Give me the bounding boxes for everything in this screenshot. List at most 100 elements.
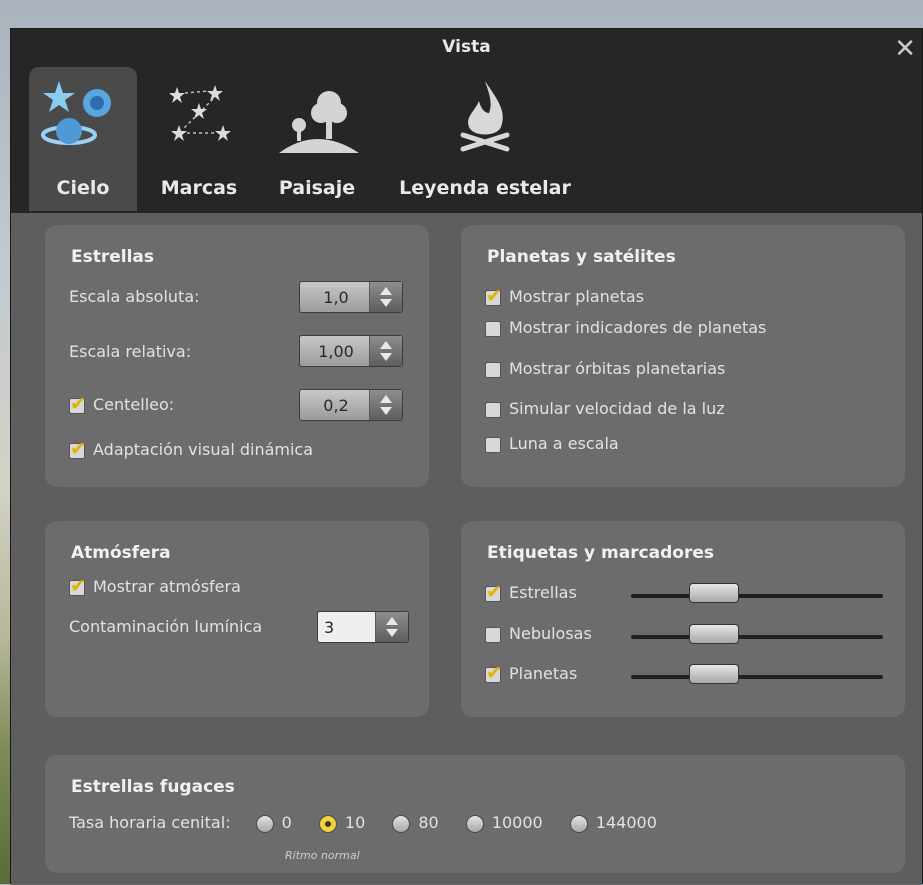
label-stars-row[interactable]: Estrellas [485, 581, 577, 603]
meteor-rate-value: 0 [281, 813, 292, 832]
spin-up-icon[interactable] [380, 395, 392, 403]
view-dialog: Vista ✕ Cielo Marcas Paisaje Leyenda est… [10, 28, 923, 885]
planet-option-label: Mostrar planetas [509, 287, 645, 306]
sky-settings-content: Estrellas Escala absoluta: 1,0 Escala re… [11, 213, 922, 885]
tab-marcas[interactable]: Marcas [149, 67, 249, 211]
tab-cielo-label: Cielo [56, 177, 110, 199]
tab-paisaje[interactable]: Paisaje [265, 67, 369, 211]
meteor-rate-value: 10000 [491, 813, 543, 832]
label-planets-slider[interactable] [631, 675, 883, 679]
tab-leyenda-estelar[interactable]: Leyenda estelar [385, 67, 585, 211]
show-atmosphere-row[interactable]: Mostrar atmósfera [69, 575, 241, 597]
spin-down-icon[interactable] [386, 629, 398, 637]
twinkle-value: 0,2 [323, 396, 349, 415]
meteor-rate-row: Tasa horaria cenital: 0 10 80 10000 1440… [69, 813, 679, 833]
tab-paisaje-label: Paisaje [278, 177, 356, 199]
planet-option-label: Simular velocidad de la luz [509, 399, 725, 418]
spin-down-icon[interactable] [380, 299, 392, 307]
twinkle-label: Centelleo: [93, 395, 175, 414]
absolute-scale-value: 1,0 [323, 288, 349, 307]
scale-moon-checkbox[interactable] [485, 436, 501, 453]
label-nebulae-label: Nebulosas [509, 624, 592, 643]
labels-panel: Etiquetas y marcadores Estrellas Nebulos… [461, 521, 905, 717]
campfire-icon [385, 73, 585, 153]
planet-markers-checkbox[interactable] [485, 320, 501, 337]
meteors-panel-title: Estrellas fugaces [71, 777, 235, 797]
show-atmosphere-label: Mostrar atmósfera [93, 577, 241, 596]
meteor-rate-value: 144000 [595, 813, 657, 832]
spin-up-icon[interactable] [380, 341, 392, 349]
close-icon[interactable]: ✕ [894, 31, 916, 67]
planet-option[interactable]: Mostrar órbitas planetarias [485, 359, 725, 378]
stars-panel-title: Estrellas [71, 247, 155, 267]
meteor-rate-label: Tasa horaria cenital: [69, 813, 231, 832]
show-planets-checkbox[interactable] [485, 285, 502, 307]
tab-cielo[interactable]: Cielo [29, 67, 137, 211]
label-stars-slider-handle[interactable] [689, 583, 739, 603]
atmosphere-panel: Atmósfera Mostrar atmósfera Contaminació… [45, 521, 429, 717]
light-pollution-spinbox[interactable]: 3 [317, 611, 409, 643]
spin-arrows[interactable] [369, 390, 402, 420]
spin-arrows[interactable] [375, 612, 408, 642]
label-planets-row[interactable]: Planetas [485, 662, 578, 684]
radio-button[interactable] [569, 814, 588, 833]
planets-panel: Planetas y satélites Mostrar planetas Mo… [461, 225, 905, 487]
dynamic-adaptation-row[interactable]: Adaptación visual dinámica [69, 438, 314, 460]
label-planets-slider-handle[interactable] [689, 664, 739, 684]
meteor-rate-option[interactable]: 144000 [569, 813, 657, 833]
planet-orbits-checkbox[interactable] [485, 361, 501, 378]
label-stars-checkbox[interactable] [485, 581, 502, 603]
show-atmosphere-checkbox[interactable] [69, 575, 86, 597]
labels-panel-title: Etiquetas y marcadores [487, 543, 715, 563]
dynamic-adaptation-label: Adaptación visual dinámica [93, 440, 314, 459]
label-planets-checkbox[interactable] [485, 662, 502, 684]
twinkle-spinbox[interactable]: 0,2 [299, 389, 403, 421]
dynamic-adaptation-checkbox[interactable] [69, 438, 86, 460]
meteor-rate-option[interactable]: 0 [255, 813, 292, 833]
planet-option-label: Mostrar indicadores de planetas [509, 318, 767, 337]
planet-option[interactable]: Mostrar planetas [485, 285, 645, 307]
meteors-panel: Estrellas fugaces Tasa horaria cenital: … [45, 755, 905, 873]
radio-button[interactable] [255, 814, 274, 833]
meteor-rate-caption: Ritmo normal [285, 849, 360, 862]
relative-scale-value: 1,00 [318, 342, 354, 361]
tab-leyenda-estelar-label: Leyenda estelar [399, 177, 571, 199]
spin-down-icon[interactable] [380, 353, 392, 361]
meteor-rate-option[interactable]: 10 [318, 813, 365, 833]
tab-marcas-label: Marcas [160, 177, 238, 199]
absolute-scale-spinbox[interactable]: 1,0 [299, 281, 403, 313]
planet-option-label: Mostrar órbitas planetarias [509, 359, 726, 378]
planets-panel-title: Planetas y satélites [487, 247, 676, 267]
spin-up-icon[interactable] [386, 617, 398, 625]
planet-option[interactable]: Mostrar indicadores de planetas [485, 318, 766, 337]
radio-button[interactable] [392, 814, 411, 833]
sky-icon [29, 73, 137, 153]
label-stars-slider[interactable] [631, 594, 883, 598]
twinkle-checkbox[interactable] [69, 393, 86, 415]
planet-option[interactable]: Luna a escala [485, 434, 619, 453]
label-nebulae-slider-handle[interactable] [689, 624, 739, 644]
dialog-title-bar[interactable]: Vista ✕ [11, 29, 922, 65]
stars-panel: Estrellas Escala absoluta: 1,0 Escala re… [45, 225, 429, 487]
spin-down-icon[interactable] [380, 407, 392, 415]
planet-option[interactable]: Simular velocidad de la luz [485, 399, 725, 418]
meteor-rate-option[interactable]: 10000 [465, 813, 543, 833]
constellation-icon [149, 73, 249, 153]
light-speed-checkbox[interactable] [485, 401, 501, 418]
dialog-title: Vista [442, 37, 491, 57]
spin-arrows[interactable] [369, 282, 402, 312]
label-nebulae-checkbox[interactable] [485, 626, 501, 643]
spin-up-icon[interactable] [380, 287, 392, 295]
label-nebulae-row[interactable]: Nebulosas [485, 624, 592, 643]
twinkle-row[interactable]: Centelleo: [69, 393, 175, 415]
relative-scale-spinbox[interactable]: 1,00 [299, 335, 403, 367]
atmosphere-panel-title: Atmósfera [71, 543, 171, 563]
tab-bar: Cielo Marcas Paisaje Leyenda estelar [11, 65, 922, 213]
label-nebulae-slider[interactable] [631, 635, 883, 639]
light-pollution-label: Contaminación lumínica [69, 617, 263, 636]
label-planets-label: Planetas [509, 664, 578, 683]
meteor-rate-option[interactable]: 80 [392, 813, 439, 833]
radio-button[interactable] [465, 814, 484, 833]
spin-arrows[interactable] [369, 336, 402, 366]
radio-button[interactable] [318, 814, 337, 833]
